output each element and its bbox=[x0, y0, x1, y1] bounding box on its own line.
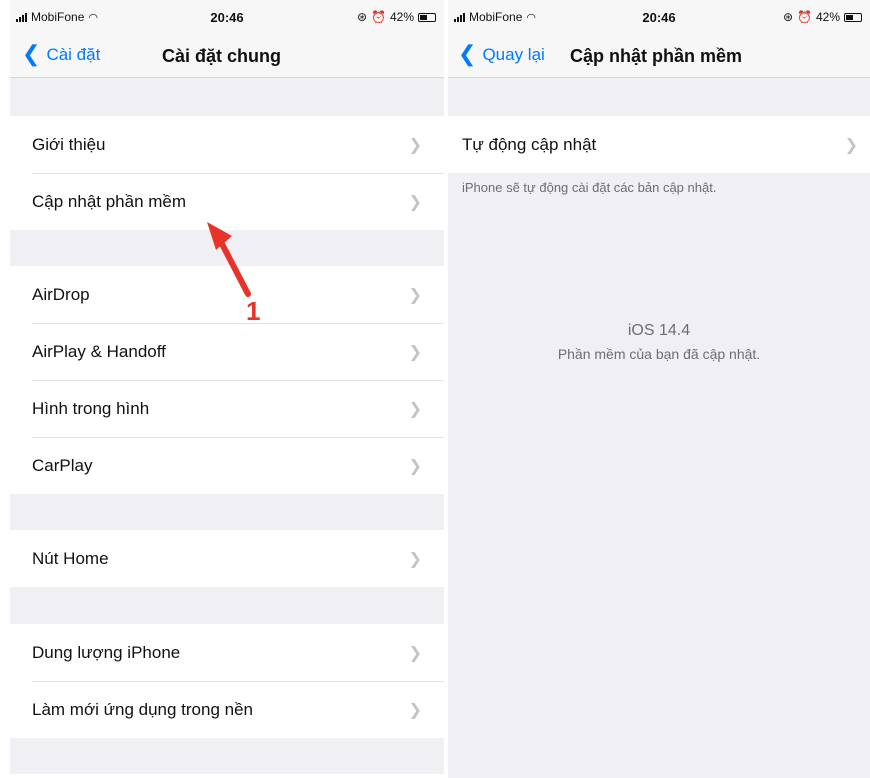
battery-icon bbox=[844, 12, 862, 22]
ios-version-info: iOS 14.4 Phần mềm của bạn đã cập nhật. bbox=[448, 322, 870, 362]
left-phone-screen: MobiFone ◠ 20:46 ⊛ ⏰ 42% ❮ Cài đặt Cài đ… bbox=[10, 0, 444, 778]
orientation-lock-icon: ⊛ bbox=[782, 10, 794, 24]
auto-update-item[interactable]: Tự động cập nhật ❯ bbox=[448, 116, 870, 173]
chevron-left-icon: ❮ bbox=[458, 41, 477, 66]
page-title: Cập nhật phần mềm bbox=[570, 46, 743, 66]
annotation-arrow bbox=[207, 222, 251, 297]
auto-update-note: iPhone sẽ tự động cài đặt các bản cập nh… bbox=[462, 180, 717, 195]
back-button[interactable]: ❮ Quay lại bbox=[458, 41, 545, 66]
status-icons: ⊛ ⏰ 42% bbox=[783, 10, 862, 24]
update-status-message: Phần mềm của bạn đã cập nhật. bbox=[557, 346, 761, 362]
ios-version: iOS 14.4 bbox=[627, 322, 691, 339]
back-label: Quay lại bbox=[482, 45, 545, 64]
battery-percent: 42% bbox=[815, 10, 840, 24]
right-phone-screen: MobiFone ◠ 20:46 ⊛ ⏰ 42% ❮ Quay lại Cập … bbox=[448, 0, 870, 778]
auto-update-label: Tự động cập nhật bbox=[462, 134, 597, 154]
chevron-right-icon: ❯ bbox=[844, 136, 858, 154]
status-bar: MobiFone ◠ 20:46 ⊛ ⏰ 42% bbox=[448, 0, 870, 34]
navigation-bar: ❮ Quay lại Cập nhật phần mềm bbox=[448, 34, 870, 78]
annotation-number: 1 bbox=[246, 296, 261, 326]
auto-update-group: Tự động cập nhật ❯ bbox=[448, 116, 870, 173]
alarm-icon: ⏰ bbox=[797, 10, 812, 24]
